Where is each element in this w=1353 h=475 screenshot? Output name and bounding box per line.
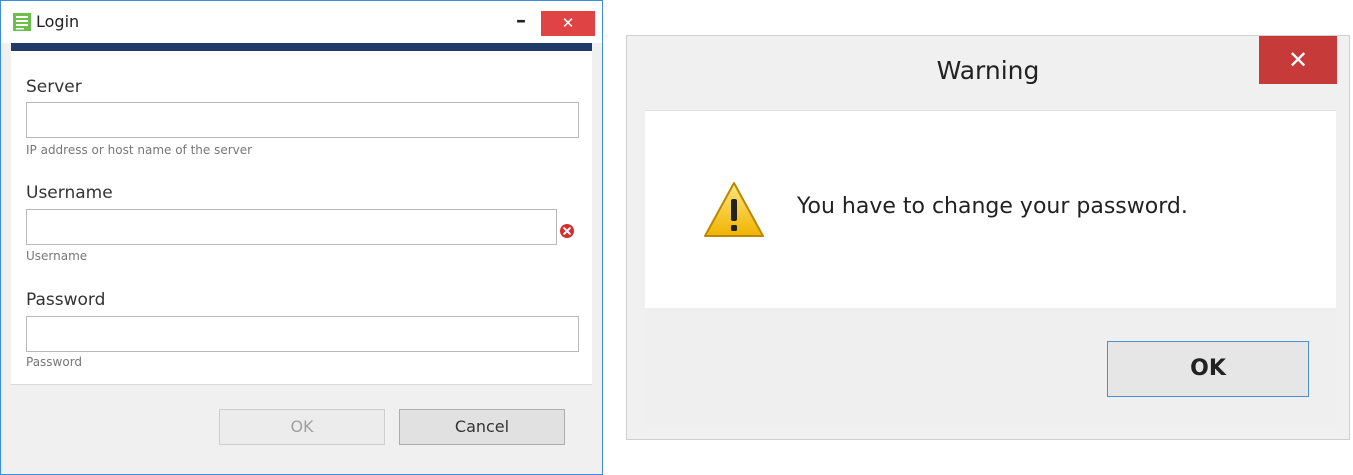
password-hint: Password <box>26 355 83 369</box>
minimize-button[interactable]: – <box>509 10 533 35</box>
warning-title: Warning <box>936 56 1040 85</box>
warning-titlebar[interactable]: Warning ✕ <box>627 36 1349 109</box>
password-input[interactable] <box>26 316 579 352</box>
list-app-icon <box>13 13 31 31</box>
login-button-bar: OK Cancel <box>11 384 592 466</box>
warning-body: You have to change your password. <box>645 110 1336 309</box>
login-title: Login <box>36 12 80 31</box>
warning-dialog: Warning ✕ You have to change your passwo… <box>626 35 1350 440</box>
close-button[interactable]: ✕ <box>541 11 595 36</box>
warning-message: You have to change your password. <box>797 194 1188 219</box>
warning-close-button[interactable]: ✕ <box>1259 36 1337 84</box>
cancel-button[interactable]: Cancel <box>399 409 565 445</box>
username-label: Username <box>26 183 113 203</box>
accent-bar <box>11 43 592 51</box>
server-input[interactable] <box>26 102 579 138</box>
password-label: Password <box>26 290 106 310</box>
error-icon <box>560 224 574 238</box>
server-hint: IP address or host name of the server <box>26 143 253 157</box>
warning-ok-button[interactable]: OK <box>1107 341 1309 397</box>
warning-triangle-icon <box>704 182 764 237</box>
login-form: Server IP address or host name of the se… <box>11 51 592 384</box>
login-window: Login – ✕ Server IP address or host name… <box>0 0 603 475</box>
login-titlebar[interactable]: Login – ✕ <box>1 1 602 43</box>
server-label: Server <box>26 77 82 97</box>
username-hint: Username <box>26 249 88 263</box>
username-input[interactable] <box>26 209 557 245</box>
ok-button[interactable]: OK <box>219 409 385 445</box>
warning-button-bar: OK <box>645 308 1336 427</box>
